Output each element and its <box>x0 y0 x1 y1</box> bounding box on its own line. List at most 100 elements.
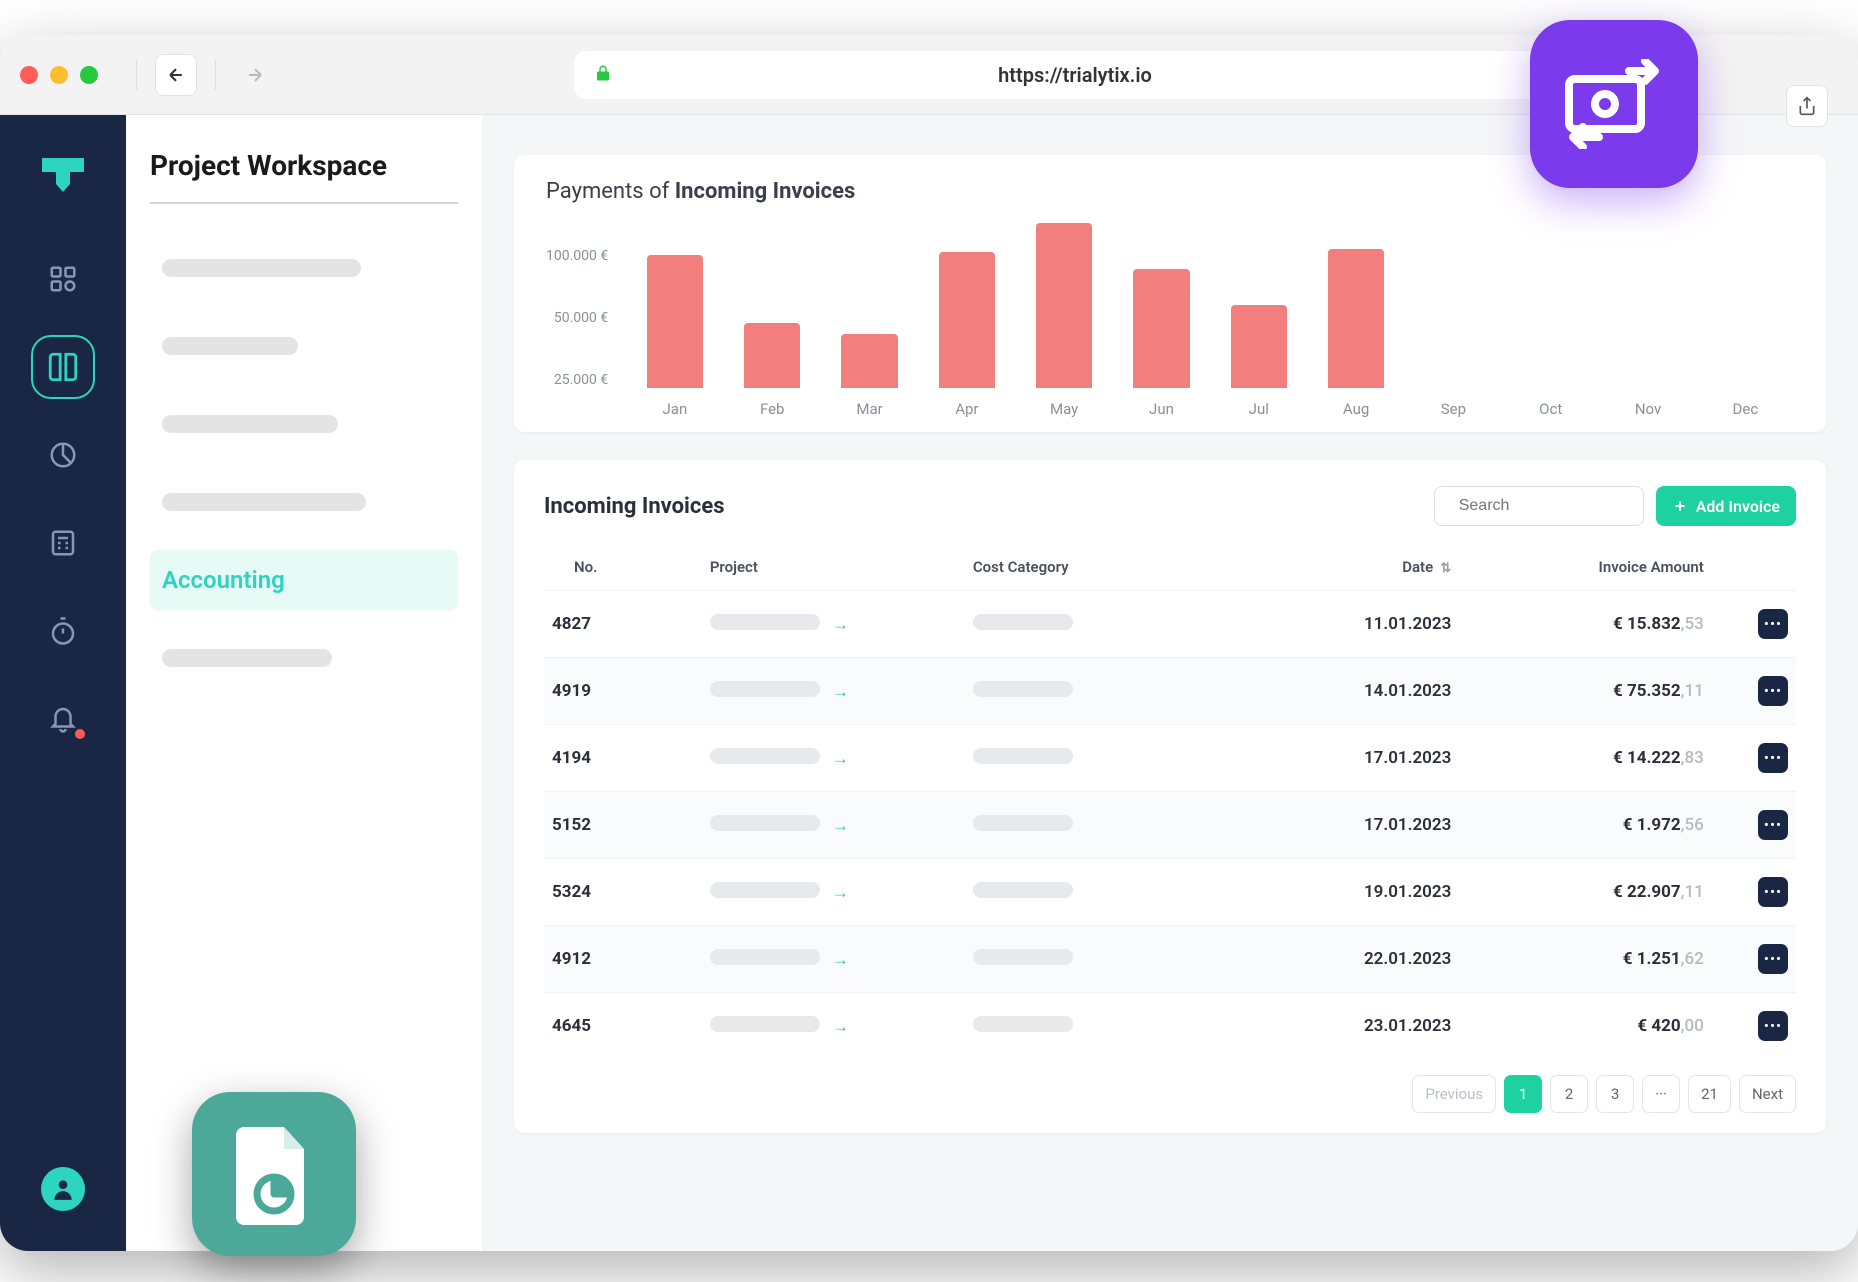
cell-project: → <box>702 859 965 926</box>
page-2[interactable]: 2 <box>1550 1075 1588 1113</box>
bar-label: Mar <box>856 400 882 418</box>
page-3[interactable]: 3 <box>1596 1075 1634 1113</box>
cell-project: → <box>702 658 965 725</box>
cell-date: 23.01.2023 <box>1238 993 1459 1060</box>
sort-icon: ⇅ <box>1437 561 1451 576</box>
search-input[interactable] <box>1434 486 1644 526</box>
sidebar-item[interactable] <box>150 394 458 454</box>
sidebar-item[interactable] <box>150 628 458 688</box>
sidebar-item-accounting[interactable]: Accounting <box>150 550 458 610</box>
cell-no: 4919 <box>544 658 702 725</box>
row-menu-button[interactable]: ••• <box>1758 877 1788 907</box>
arrow-right-icon: → <box>832 682 849 702</box>
bar[interactable] <box>744 323 800 388</box>
window-maximize[interactable] <box>80 66 98 84</box>
bar[interactable] <box>1328 249 1384 388</box>
row-menu-button[interactable]: ••• <box>1758 1011 1788 1041</box>
sidebar-item[interactable] <box>150 472 458 532</box>
bar-col: Jul <box>1210 218 1307 418</box>
traffic-lights <box>20 66 98 84</box>
calculator-icon[interactable] <box>45 525 81 561</box>
cell-category <box>965 725 1239 792</box>
bar[interactable] <box>939 252 995 388</box>
invoices-title: Incoming Invoices <box>544 494 1434 519</box>
bar[interactable] <box>1133 269 1189 388</box>
header-category[interactable]: Cost Category <box>965 544 1239 591</box>
bar-col: May <box>1016 218 1113 418</box>
table-row[interactable]: 5324→19.01.2023€ 22.907,11••• <box>544 859 1796 926</box>
bar[interactable] <box>1036 223 1092 388</box>
row-menu-button[interactable]: ••• <box>1758 810 1788 840</box>
arrow-right-icon: → <box>832 950 849 970</box>
cell-category <box>965 658 1239 725</box>
page-next[interactable]: Next <box>1739 1075 1796 1113</box>
chart-card: Payments of Incoming Invoices 100.000 € … <box>514 155 1826 432</box>
table-row[interactable]: 5152→17.01.2023€ 1.972,56••• <box>544 792 1796 859</box>
stopwatch-icon[interactable] <box>45 613 81 649</box>
arrow-right-icon: → <box>832 1017 849 1037</box>
row-menu-button[interactable]: ••• <box>1758 743 1788 773</box>
sidebar-item[interactable] <box>150 316 458 376</box>
address-bar[interactable]: https://trialytix.io <box>574 51 1578 99</box>
cell-category <box>965 792 1239 859</box>
header-project[interactable]: Project <box>702 544 965 591</box>
bar-col: Feb <box>724 218 821 418</box>
dashboard-icon[interactable] <box>45 261 81 297</box>
bar[interactable] <box>1231 305 1287 388</box>
bar[interactable] <box>647 255 703 388</box>
cell-date: 22.01.2023 <box>1238 926 1459 993</box>
page-prev[interactable]: Previous <box>1412 1075 1496 1113</box>
cell-category <box>965 859 1239 926</box>
cell-amount: € 1.251,62 <box>1459 926 1712 993</box>
table-row[interactable]: 4827→11.01.2023€ 15.832,53••• <box>544 591 1796 658</box>
window-minimize[interactable] <box>50 66 68 84</box>
table-row[interactable]: 4919→14.01.2023€ 75.352,11••• <box>544 658 1796 725</box>
header-amount[interactable]: Invoice Amount <box>1459 544 1712 591</box>
bar-label: Jun <box>1149 400 1174 418</box>
cell-category <box>965 926 1239 993</box>
user-avatar[interactable] <box>41 1167 85 1211</box>
cell-no: 4645 <box>544 993 702 1060</box>
row-menu-button[interactable]: ••• <box>1758 676 1788 706</box>
bar-col: Dec <box>1697 218 1794 418</box>
cell-amount: € 420,00 <box>1459 993 1712 1060</box>
share-button[interactable] <box>1786 85 1828 127</box>
bar[interactable] <box>841 334 897 388</box>
row-menu-button[interactable]: ••• <box>1758 944 1788 974</box>
row-menu-button[interactable]: ••• <box>1758 609 1788 639</box>
cell-no: 4827 <box>544 591 702 658</box>
divider <box>215 60 216 90</box>
app-logo[interactable] <box>39 155 87 209</box>
page-···[interactable]: ··· <box>1642 1075 1680 1113</box>
page-1[interactable]: 1 <box>1504 1075 1542 1113</box>
browser-window: https://trialytix.io <box>0 35 1858 1251</box>
cell-project: → <box>702 792 965 859</box>
bar-col: Jun <box>1113 218 1210 418</box>
pie-chart-icon[interactable] <box>45 437 81 473</box>
table-row[interactable]: 4645 → 23.01.2023€ 420,00 ••• <box>544 993 1796 1060</box>
plus-icon <box>1672 498 1688 514</box>
sidebar-item[interactable] <box>150 238 458 298</box>
book-icon[interactable] <box>45 349 81 385</box>
cell-no: 4912 <box>544 926 702 993</box>
page-21[interactable]: 21 <box>1688 1075 1731 1113</box>
cell-amount: € 15.832,53 <box>1459 591 1712 658</box>
cell-project: → <box>702 993 965 1060</box>
primary-nav-rail <box>0 115 126 1251</box>
bar-col: Oct <box>1502 218 1599 418</box>
browser-back-button[interactable] <box>155 54 197 96</box>
cell-category <box>965 591 1239 658</box>
add-invoice-button[interactable]: Add Invoice <box>1656 486 1796 526</box>
table-row[interactable]: 4912 → 22.01.2023€ 1.251,62 ••• <box>544 926 1796 993</box>
browser-forward-button[interactable] <box>234 54 276 96</box>
header-date[interactable]: Date ⇅ <box>1238 544 1459 591</box>
cell-date: 14.01.2023 <box>1238 658 1459 725</box>
invoices-header: Incoming Invoices Add Invoice <box>544 486 1796 526</box>
bar-col: Aug <box>1307 218 1404 418</box>
cell-no: 5152 <box>544 792 702 859</box>
badge-document-icon <box>192 1092 356 1256</box>
table-row[interactable]: 4194→17.01.2023€ 14.222,83••• <box>544 725 1796 792</box>
window-close[interactable] <box>20 66 38 84</box>
header-no[interactable]: No. <box>544 544 702 591</box>
bell-icon[interactable] <box>45 701 81 737</box>
